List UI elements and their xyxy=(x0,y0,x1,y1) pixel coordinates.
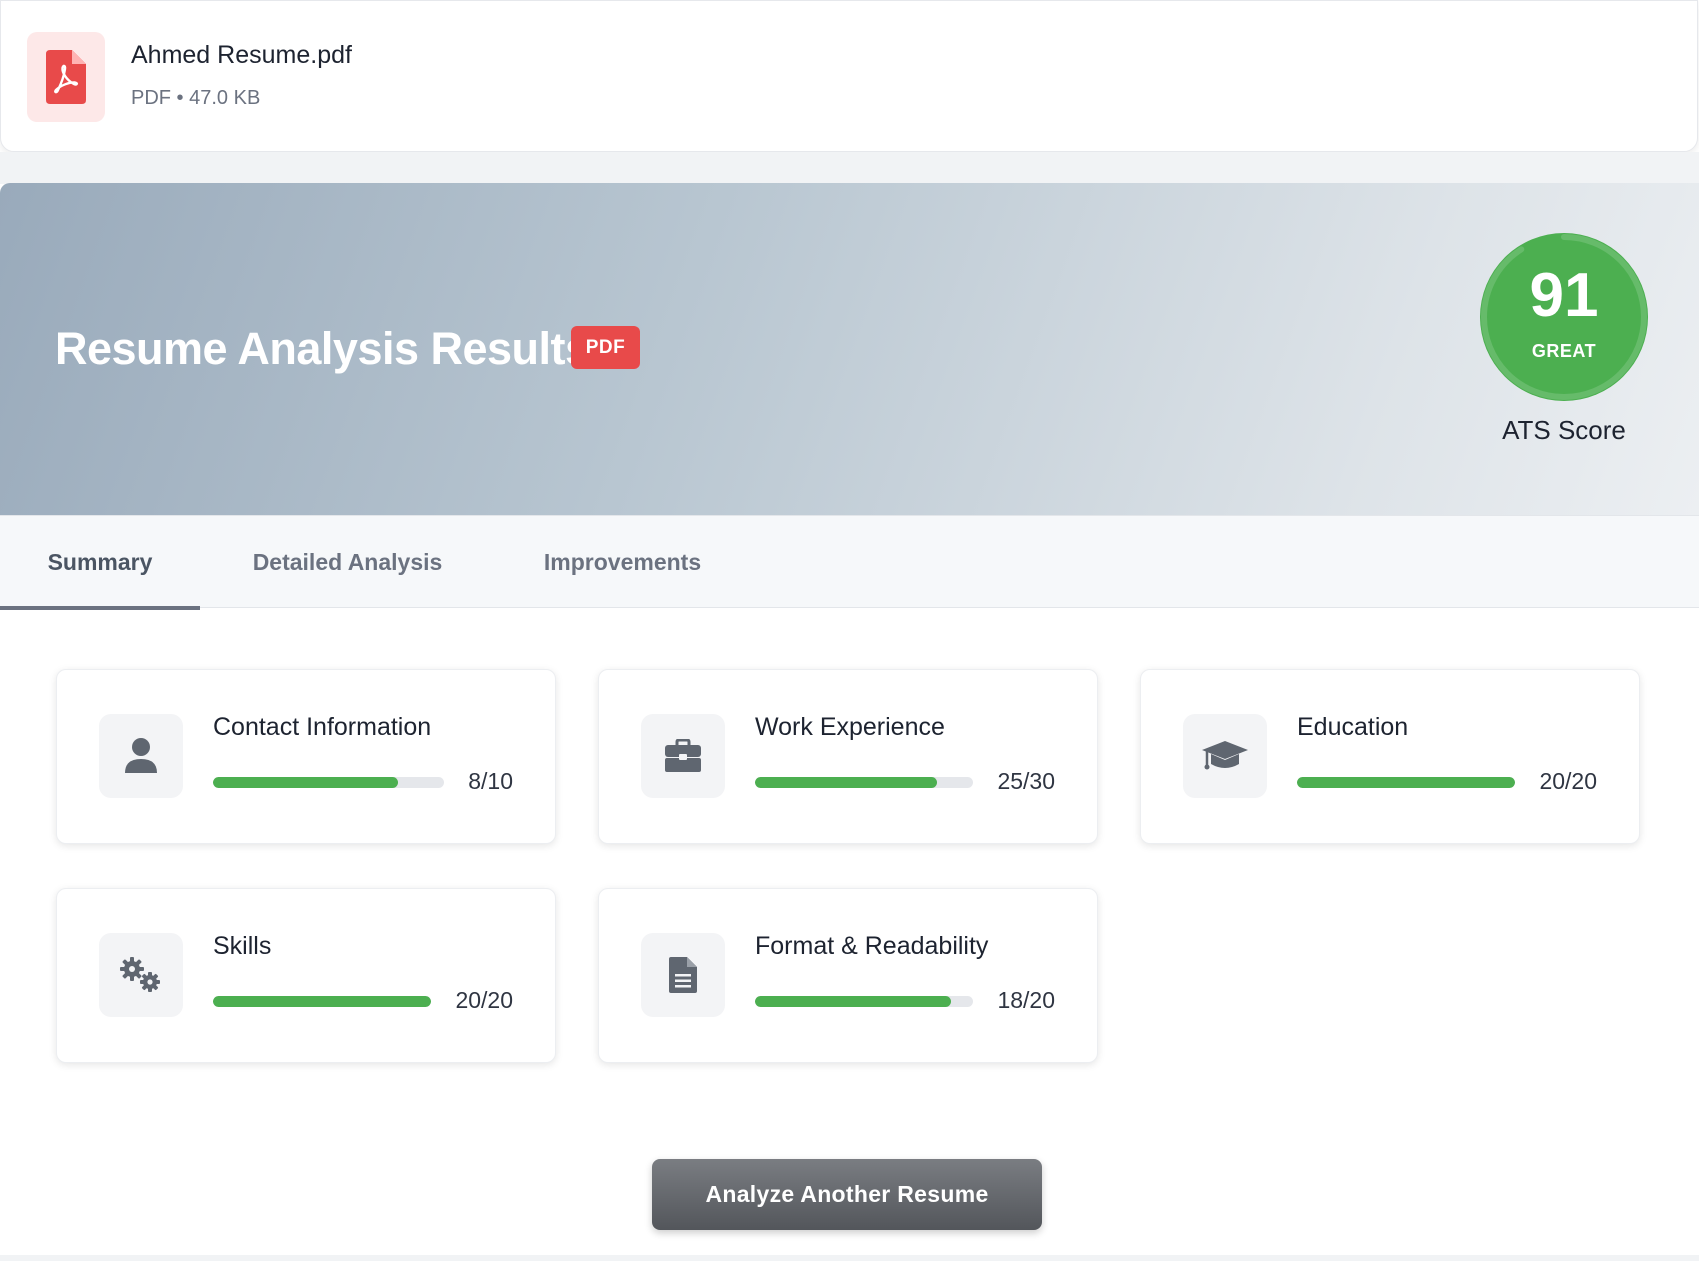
category-score: 25/30 xyxy=(997,768,1055,794)
results-tabs: Summary Detailed Analysis Improvements xyxy=(0,515,1699,610)
page-title: Resume Analysis Results xyxy=(55,323,590,374)
category-progress-fill xyxy=(1297,777,1515,788)
ats-score-caption: ATS Score xyxy=(1502,415,1626,445)
ats-score-rating: GREAT xyxy=(1531,341,1597,361)
briefcase-icon xyxy=(641,714,725,798)
category-title: Format & Readability xyxy=(755,932,989,960)
category-card-work-experience: Work Experience 25/30 xyxy=(598,669,1098,844)
file-pdf-icon xyxy=(27,32,105,122)
tab-improvements[interactable]: Improvements xyxy=(525,516,720,609)
file-info-card: Ahmed Resume.pdf PDF • 47.0 KB xyxy=(0,0,1698,152)
active-tab-indicator xyxy=(0,606,200,610)
category-progress-fill xyxy=(755,996,952,1007)
category-title: Work Experience xyxy=(755,713,945,741)
tab-label: Summary xyxy=(47,549,153,575)
user-icon xyxy=(99,714,183,798)
category-progress-fill xyxy=(755,777,937,788)
category-title: Skills xyxy=(213,932,272,960)
ats-score-ring: 91 GREAT xyxy=(1478,231,1650,403)
category-score: 18/20 xyxy=(997,987,1055,1013)
category-card-education: Education 20/20 xyxy=(1140,669,1640,844)
graduation-cap-icon xyxy=(1183,714,1267,798)
category-progress-fill xyxy=(213,777,398,788)
gears-icon xyxy=(99,933,183,1017)
category-title: Contact Information xyxy=(213,713,432,741)
category-card-skills: Skills 20/20 xyxy=(56,888,556,1063)
category-progress-bar xyxy=(213,777,444,788)
category-progress-bar xyxy=(213,996,431,1007)
ats-score-value: 91 xyxy=(1529,261,1599,330)
file-name: Ahmed Resume.pdf xyxy=(131,41,352,69)
tab-summary[interactable]: Summary xyxy=(0,516,200,610)
category-progress-bar xyxy=(755,996,973,1007)
category-progress-bar xyxy=(755,777,973,788)
section-gap xyxy=(0,152,1699,184)
analyze-another-resume-button[interactable]: Analyze Another Resume xyxy=(652,1159,1042,1230)
category-progress-bar xyxy=(1297,777,1515,788)
tab-label: Improvements xyxy=(543,549,702,575)
results-hero: Resume Analysis Results PDF 91 GREAT ATS… xyxy=(0,183,1699,515)
category-score: 20/20 xyxy=(1539,768,1597,794)
document-icon xyxy=(641,933,725,1017)
bottom-edge xyxy=(0,1255,1699,1261)
category-score: 8/10 xyxy=(468,768,513,794)
category-progress-fill xyxy=(213,996,431,1007)
file-type-badge: PDF xyxy=(571,326,640,369)
category-score: 20/20 xyxy=(455,987,513,1013)
category-card-format-readability: Format & Readability 18/20 xyxy=(598,888,1098,1063)
category-title: Education xyxy=(1297,713,1409,741)
tab-label: Detailed Analysis xyxy=(252,549,443,575)
tab-detailed-analysis[interactable]: Detailed Analysis xyxy=(230,516,465,609)
category-card-contact: Contact Information 8/10 xyxy=(56,669,556,844)
file-meta: PDF • 47.0 KB xyxy=(131,87,261,109)
